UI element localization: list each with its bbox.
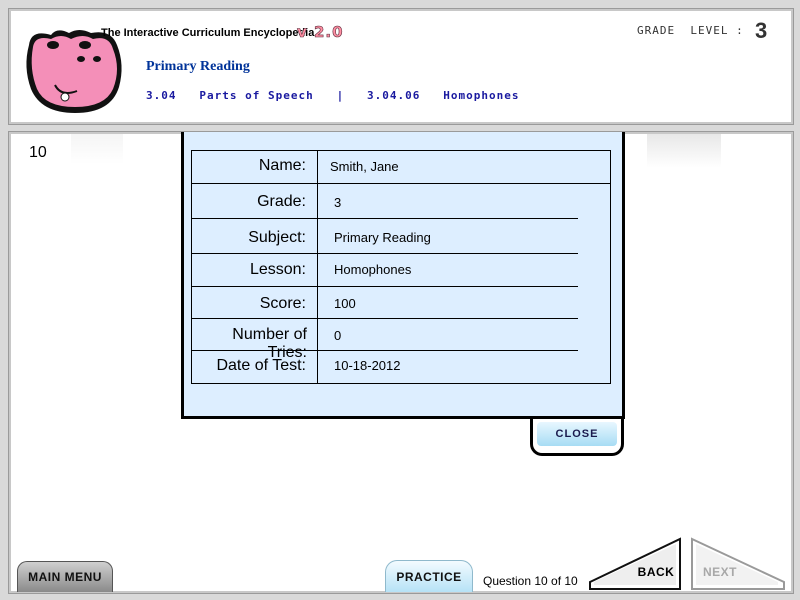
close-button[interactable]: CLOSE	[537, 422, 617, 446]
breadcrumb: 3.04 Parts of Speech | 3.04.06 Homophone…	[146, 89, 520, 102]
score-value: 100	[334, 296, 356, 311]
close-tab: CLOSE	[530, 419, 624, 456]
grade-level-value: 3	[755, 18, 768, 43]
app-title: The Interactive Curriculum Encyclopedia	[101, 27, 315, 39]
row-separator	[192, 318, 578, 319]
next-label: NEXT	[702, 565, 737, 579]
row-separator	[192, 183, 610, 184]
back-arrow-icon	[589, 537, 681, 590]
lesson-label: Lesson:	[249, 261, 306, 278]
subject-title: Primary Reading	[146, 59, 250, 74]
back-button[interactable]: BACK	[588, 537, 684, 591]
header-panel: The Interactive Curriculum Encyclopedia …	[8, 8, 794, 125]
table-divider	[317, 151, 318, 383]
content-panel: 10 Name: Smith, Jane Grade: 3 Subject: P…	[8, 131, 794, 594]
name-label: Name:	[258, 157, 306, 174]
row-separator	[192, 350, 578, 351]
next-button[interactable]: NEXT	[690, 537, 786, 591]
score-label: Score:	[259, 295, 306, 312]
main-menu-button[interactable]: MAIN MENU	[17, 561, 113, 592]
subject-label: Subject:	[248, 229, 306, 246]
tries-value: 0	[334, 328, 342, 343]
decor-fade-right	[647, 134, 721, 168]
row-separator	[192, 218, 578, 219]
practice-button[interactable]: PRACTICE	[385, 560, 473, 592]
row-separator	[192, 253, 578, 254]
lesson-value: Homophones	[334, 262, 412, 277]
grade-label: Grade:	[257, 193, 306, 210]
question-count: Question 10 of 10	[483, 574, 578, 588]
question-number: 10	[29, 144, 47, 161]
row-separator	[192, 286, 578, 287]
grade-level-label: GRADE LEVEL :	[637, 24, 744, 37]
report-dialog: Name: Smith, Jane Grade: 3 Subject: Prim…	[181, 132, 625, 419]
name-value: Smith, Jane	[330, 159, 399, 174]
version-badge: v 2.0	[297, 23, 344, 42]
date-label: Date of Test:	[216, 357, 306, 374]
date-value: 10-18-2012	[334, 358, 401, 373]
next-arrow-icon	[691, 537, 785, 590]
grade-value: 3	[334, 195, 342, 210]
report-table: Name: Smith, Jane Grade: 3 Subject: Prim…	[191, 150, 611, 384]
subject-value: Primary Reading	[334, 230, 431, 245]
decor-fade-left	[71, 134, 123, 164]
